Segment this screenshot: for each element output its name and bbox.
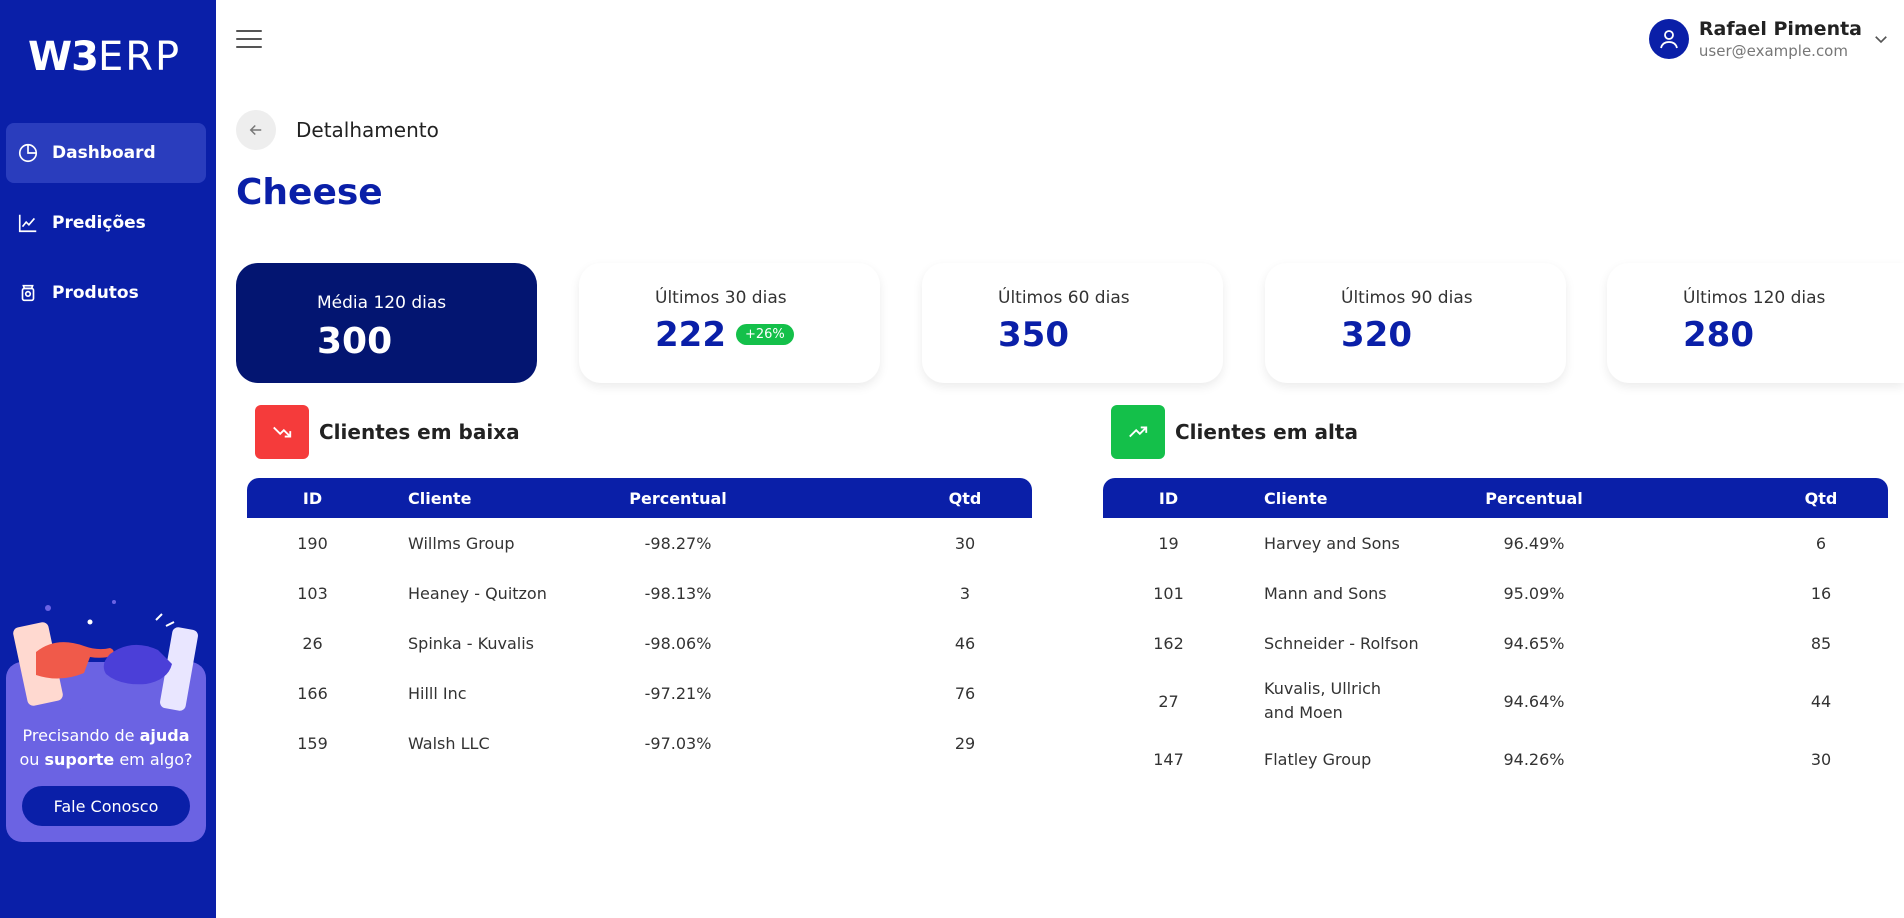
help-text: Precisando de ajuda ou suporte em algo? <box>19 726 193 769</box>
column-header[interactable]: ID <box>1103 478 1234 518</box>
line-chart-icon <box>16 211 40 235</box>
table-row[interactable]: 103 Heaney - Quitzon -98.13% 3 <box>247 568 1032 618</box>
clients-up-table: ID Cliente Percentual Qtd 19 Harvey and … <box>1103 478 1888 784</box>
sidebar-item-predicoes[interactable]: Predições <box>6 193 206 253</box>
pie-chart-icon <box>16 141 40 165</box>
stat-value: 350 <box>998 315 1069 355</box>
table-row[interactable]: 147 Flatley Group 94.26% 30 <box>1103 734 1888 784</box>
column-header[interactable]: Percentual <box>578 478 778 518</box>
section-title: Clientes em alta <box>1175 420 1358 444</box>
table-row[interactable]: 26 Spinka - Kuvalis -98.06% 46 <box>247 618 1032 668</box>
table-row[interactable]: 162 Schneider - Rolfson 94.65% 85 <box>1103 618 1888 668</box>
stat-label: Últimos 90 dias <box>1341 288 1473 308</box>
growth-badge: +26% <box>735 324 794 345</box>
column-header[interactable]: Percentual <box>1434 478 1634 518</box>
section-header-up: Clientes em alta <box>1111 405 1358 459</box>
logo: W3 ERP <box>28 34 182 80</box>
user-menu[interactable]: Rafael Pimenta user@example.com <box>1648 18 1890 60</box>
stat-value: 320 <box>1341 315 1412 355</box>
trending-up-icon <box>1111 405 1165 459</box>
column-header[interactable]: ID <box>247 478 378 518</box>
section-header-down: Clientes em baixa <box>255 405 520 459</box>
section-title: Clientes em baixa <box>319 420 520 444</box>
help-illustration <box>13 600 198 713</box>
stat-value: 300 <box>317 321 393 362</box>
table-row[interactable]: 159 Walsh LLC -97.03% 29 <box>247 718 1032 768</box>
contact-button[interactable]: Fale Conosco <box>22 786 190 826</box>
trending-down-icon <box>255 405 309 459</box>
stat-card-30: Últimos 30 dias 222 +26% <box>579 263 880 383</box>
column-header[interactable]: Qtd <box>778 478 1032 518</box>
user-icon <box>1648 19 1689 59</box>
breadcrumb: Detalhamento <box>296 118 439 142</box>
sidebar-item-produtos[interactable]: Produtos <box>6 263 206 323</box>
sidebar-item-label: Predições <box>52 213 146 233</box>
user-name: Rafael Pimenta <box>1698 18 1862 40</box>
stat-label: Média 120 dias <box>317 293 447 313</box>
sidebar-item-dashboard[interactable]: Dashboard <box>6 123 206 183</box>
column-header[interactable]: Cliente <box>378 478 578 518</box>
table-row[interactable]: 19 Harvey and Sons 96.49% 6 <box>1103 518 1888 568</box>
sidebar-item-label: Produtos <box>52 283 139 303</box>
table-row[interactable]: 166 Hilll Inc -97.21% 76 <box>247 668 1032 718</box>
stat-label: Últimos 60 dias <box>998 288 1130 308</box>
stat-value: 280 <box>1683 315 1754 355</box>
table-row[interactable]: 101 Mann and Sons 95.09% 16 <box>1103 568 1888 618</box>
stat-card-60: Últimos 60 dias 350 <box>922 263 1223 383</box>
table-row[interactable]: 27 Kuvalis, Ullrich and Moen 94.64% 44 <box>1103 668 1888 734</box>
chevron-down-icon[interactable] <box>1872 30 1890 48</box>
stat-card-main: Média 120 dias 300 <box>236 263 537 383</box>
stat-label: Últimos 120 dias <box>1683 288 1826 308</box>
table-row[interactable]: 190 Willms Group -98.27% 30 <box>247 518 1032 568</box>
stat-card-120: Últimos 120 dias 280 <box>1607 263 1904 383</box>
back-button[interactable] <box>236 110 276 150</box>
clients-down-table: ID Cliente Percentual Qtd 190 Willms Gro… <box>247 478 1032 768</box>
sidebar-item-label: Dashboard <box>52 143 156 163</box>
user-email: user@example.com <box>1698 42 1848 60</box>
column-header[interactable]: Qtd <box>1634 478 1888 518</box>
stat-value: 222 <box>655 315 726 355</box>
column-header[interactable]: Cliente <box>1234 478 1434 518</box>
sidebar: W3 ERP Dashboard Predições Produtos Preci… <box>0 0 216 918</box>
stat-card-90: Últimos 90 dias 320 <box>1265 263 1566 383</box>
product-icon <box>16 281 40 305</box>
stat-label: Últimos 30 dias <box>655 288 787 308</box>
menu-toggle-button[interactable] <box>236 30 262 50</box>
arrow-left-icon <box>249 124 262 136</box>
page-title: Cheese <box>236 172 383 213</box>
